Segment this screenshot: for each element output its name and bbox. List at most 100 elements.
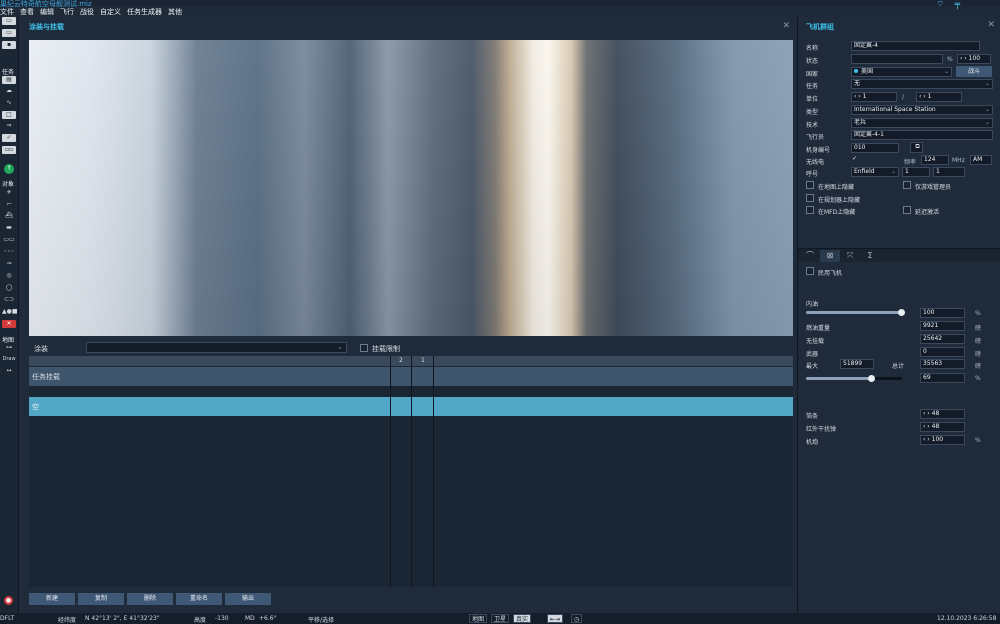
hide-on-mfd-checkbox[interactable]: [806, 206, 814, 214]
check-icon[interactable]: ✓: [2, 134, 16, 142]
section-object-label: 对象: [2, 181, 15, 188]
wifi-icon[interactable]: ⌔: [936, 1, 944, 10]
tab-expand-icon[interactable]: ⤧: [840, 250, 860, 262]
load-slider-knob[interactable]: [868, 375, 875, 382]
tail-input[interactable]: 010: [851, 143, 899, 153]
menu-flight[interactable]: 飞行: [60, 7, 74, 17]
ruler-icon[interactable]: ⊸: [2, 260, 16, 268]
copy-button[interactable]: 复制: [78, 593, 124, 605]
close-icon[interactable]: ✕: [782, 21, 790, 31]
rename-button[interactable]: 重命名: [176, 593, 222, 605]
state-spinner[interactable]: ‹ › 100: [957, 54, 991, 64]
menu-view[interactable]: 查看: [20, 7, 34, 17]
delete-icon[interactable]: ✕: [2, 320, 16, 328]
menu-file[interactable]: 文件: [0, 7, 14, 17]
menu-edit[interactable]: 编辑: [40, 7, 54, 17]
game-master-only-checkbox[interactable]: [903, 181, 911, 189]
clock-icon[interactable]: ◷: [571, 614, 583, 623]
menu-other[interactable]: 其他: [168, 7, 182, 17]
static-icon[interactable]: ▭▭: [2, 236, 16, 244]
state-input[interactable]: [851, 54, 943, 64]
map-mode-satellite[interactable]: 卫星: [491, 614, 510, 623]
route-icon[interactable]: ∿: [2, 99, 16, 107]
export-button[interactable]: 输出: [225, 593, 271, 605]
folder-open-icon[interactable]: ▭: [2, 17, 16, 25]
chaff-spinner[interactable]: ‹ › 48: [920, 409, 965, 419]
country-select[interactable]: 美国 ⌄: [851, 67, 952, 77]
unit-spinner[interactable]: ‹ › 1: [851, 92, 897, 102]
pilot-input[interactable]: 固定翼-4-1: [851, 130, 993, 140]
callsign-number-1[interactable]: 1: [902, 167, 930, 177]
copy-icon[interactable]: ⧉: [910, 142, 923, 153]
zone-icon[interactable]: ⇒: [2, 122, 16, 130]
combat-button[interactable]: 战斗: [956, 66, 992, 77]
go-icon[interactable]: ↑: [4, 164, 14, 174]
group-icon[interactable]: ⊂⊃: [2, 296, 16, 304]
map-mode-map[interactable]: 地图: [469, 614, 488, 623]
freq-input[interactable]: 124: [921, 155, 949, 165]
freq-mode-select[interactable]: AM: [970, 155, 992, 165]
fit-view-icon[interactable]: ⇤⇥: [547, 614, 564, 623]
aircraft-icon[interactable]: ✈: [2, 189, 16, 197]
gun-spinner[interactable]: ‹ › 100: [920, 435, 965, 445]
new-button[interactable]: 新建: [29, 593, 75, 605]
menu-customize[interactable]: 自定义: [100, 7, 121, 17]
total-input[interactable]: 35563: [920, 359, 965, 369]
flare-spinner[interactable]: ‹ › 48: [920, 422, 965, 432]
menu-campaign[interactable]: 战役: [80, 7, 94, 17]
task-list-icon[interactable]: ▤: [2, 76, 16, 84]
name-label: 名称: [806, 45, 819, 52]
record-icon[interactable]: ●: [4, 596, 13, 605]
key-icon[interactable]: ⊶: [2, 344, 16, 352]
callsign-select[interactable]: Enfield ⌄: [851, 167, 899, 177]
measure-icon[interactable]: ↔: [2, 367, 16, 375]
close-icon[interactable]: ✕: [987, 20, 995, 30]
antenna-icon[interactable]: ╤: [955, 1, 960, 10]
late-activation-checkbox[interactable]: [903, 206, 911, 214]
helicopter-icon[interactable]: ⤚: [2, 200, 16, 208]
shapes-icon[interactable]: ▲●■: [2, 308, 18, 316]
zones-icon[interactable]: ▫▫: [2, 146, 16, 154]
state-label: 状态: [806, 58, 819, 65]
unit-total-spinner[interactable]: ‹ › 1: [916, 92, 962, 102]
max-input[interactable]: 51899: [840, 359, 874, 369]
hide-on-planner-checkbox[interactable]: [806, 194, 814, 202]
radio-check-icon[interactable]: ✓: [852, 155, 857, 162]
target-icon[interactable]: ◎: [2, 272, 16, 280]
skill-select[interactable]: 老兵 ⌄: [851, 118, 993, 128]
menu-mission-generator[interactable]: 任务生成器: [127, 7, 162, 17]
square-icon[interactable]: □: [2, 111, 16, 119]
vehicle-icon[interactable]: ▬: [2, 224, 16, 232]
tab-route-icon[interactable]: ⌒: [800, 250, 820, 262]
payload-limit-checkbox[interactable]: [360, 344, 368, 352]
fuel-slider-knob[interactable]: [898, 309, 905, 316]
ship-icon[interactable]: ⛴: [2, 212, 16, 220]
skill-value: 老兵: [854, 119, 867, 126]
folder-icon[interactable]: ▭: [2, 29, 16, 37]
menu-bar: 文件 查看 编辑 飞行 战役 自定义 任务生成器 其他: [0, 7, 790, 17]
hide-on-map-checkbox[interactable]: [806, 181, 814, 189]
weapons-input[interactable]: 0: [920, 347, 965, 357]
skin-label: 涂装: [34, 345, 48, 353]
tab-summary-icon[interactable]: Σ: [860, 250, 880, 262]
grid-col-2[interactable]: 2: [399, 357, 403, 364]
task-select[interactable]: 无 ⌄: [851, 79, 993, 89]
skin-select[interactable]: ⌄: [86, 342, 347, 353]
fuel-input[interactable]: 100: [920, 308, 965, 318]
type-select[interactable]: International Space Station ⌄: [851, 105, 993, 115]
draw-button[interactable]: Draw: [2, 355, 16, 363]
delete-button[interactable]: 删除: [127, 593, 173, 605]
civil-aircraft-checkbox[interactable]: [806, 267, 814, 275]
cloud-icon[interactable]: ☁: [2, 87, 16, 95]
grid-col-1[interactable]: 1: [421, 357, 425, 364]
load-pct-input[interactable]: 69: [920, 373, 965, 383]
train-icon[interactable]: ◦◦◦: [2, 248, 16, 256]
map-mode-real[interactable]: 真实: [513, 614, 532, 623]
tab-payload-icon[interactable]: ⊠: [820, 250, 840, 262]
circle-icon[interactable]: ◯: [2, 284, 16, 292]
callsign-number-2[interactable]: 1: [933, 167, 965, 177]
empty-weight-input[interactable]: 9921: [920, 321, 965, 331]
name-input[interactable]: 固定翼-4: [851, 41, 980, 51]
no-weapons-input[interactable]: 25642: [920, 334, 965, 344]
save-icon[interactable]: ▪: [2, 41, 16, 49]
